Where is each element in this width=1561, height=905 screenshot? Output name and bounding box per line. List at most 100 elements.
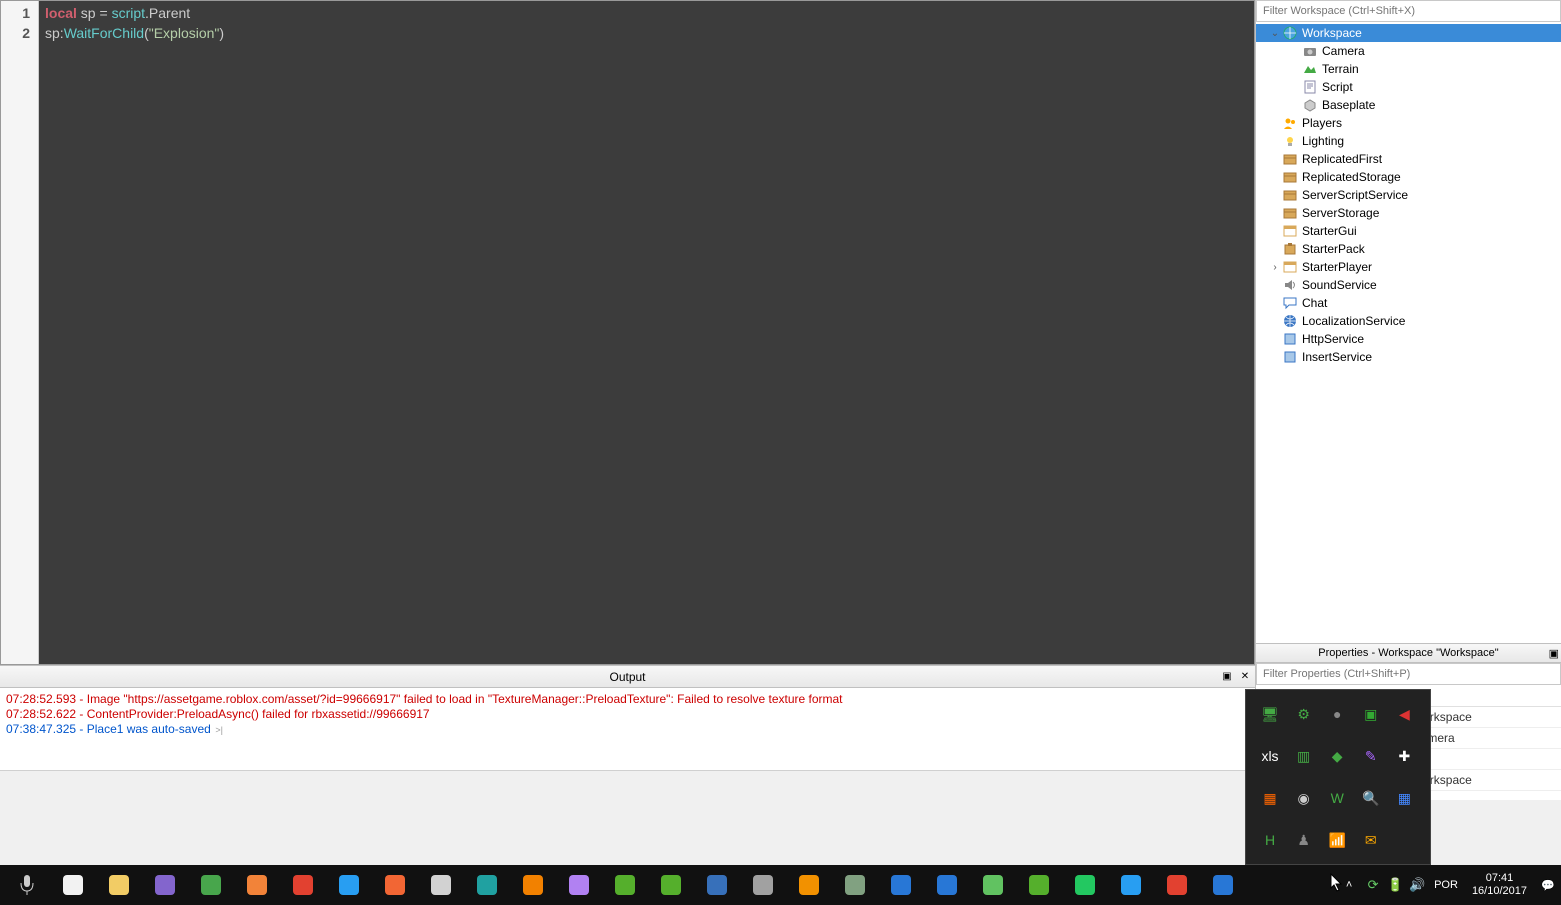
taskbar-chrome[interactable] bbox=[188, 865, 234, 905]
output-body[interactable]: 07:28:52.593 - Image "https://assetgame.… bbox=[0, 688, 1255, 770]
taskbar-sublime[interactable] bbox=[786, 865, 832, 905]
taskbar-circle[interactable] bbox=[878, 865, 924, 905]
explorer-item-insertservice[interactable]: InsertService bbox=[1256, 348, 1561, 366]
explorer-item-camera[interactable]: Camera bbox=[1256, 42, 1561, 60]
taskbar-postman[interactable] bbox=[372, 865, 418, 905]
taskbar-app1[interactable] bbox=[556, 865, 602, 905]
taskbar-bars[interactable] bbox=[1154, 865, 1200, 905]
taskbar-opera[interactable] bbox=[280, 865, 326, 905]
system-tray-popup[interactable]: 🖥 ⚙ ● ▣ ◀ xls ▥ ◆ ✎ ✚ ▦ ◉ W 🔍 ▦ H ♟ 📶 ✉ bbox=[1245, 689, 1431, 865]
explorer-tree[interactable]: ⌄WorkspaceCamera Terrain Script BaseplatePl… bbox=[1256, 22, 1561, 643]
taskbar[interactable]: ˄ ⟳ 🔋 🔊 POR 07:41 16/10/2017 💬 bbox=[0, 865, 1561, 905]
tree-item-label: LocalizationService bbox=[1302, 314, 1405, 328]
tree-item-label: Script bbox=[1322, 80, 1353, 94]
taskbar-atom[interactable] bbox=[648, 865, 694, 905]
explorer-item-localizationservice[interactable]: LocalizationService bbox=[1256, 312, 1561, 330]
tray-popup-item[interactable]: 🖥 bbox=[1258, 702, 1282, 726]
tray-popup-item[interactable]: ✚ bbox=[1392, 744, 1416, 768]
output-close-button[interactable]: ✕ bbox=[1237, 669, 1253, 685]
taskbar-monitor[interactable] bbox=[418, 865, 464, 905]
taskbar-heart[interactable] bbox=[970, 865, 1016, 905]
explorer-item-replicatedstorage[interactable]: ReplicatedStorage bbox=[1256, 168, 1561, 186]
tree-item-label: Chat bbox=[1302, 296, 1327, 310]
taskbar-roblox-studio[interactable] bbox=[1200, 865, 1246, 905]
tray-popup-item[interactable]: ✎ bbox=[1359, 744, 1383, 768]
tray-language[interactable]: POR bbox=[1428, 879, 1464, 891]
tray-popup-item[interactable]: H bbox=[1258, 828, 1282, 852]
tray-sync-icon[interactable]: ⟳ bbox=[1362, 877, 1384, 893]
tray-popup-item[interactable]: xls bbox=[1258, 744, 1282, 768]
explorer-item-starterplayer[interactable]: ›StarterPlayer bbox=[1256, 258, 1561, 276]
taskbar-mic-icon[interactable] bbox=[4, 865, 50, 905]
tray-popup-item[interactable]: W bbox=[1325, 786, 1349, 810]
taskbar-powershell[interactable] bbox=[694, 865, 740, 905]
tray-chevron-icon[interactable]: ˄ bbox=[1336, 879, 1362, 891]
tray-popup-item[interactable]: ♟ bbox=[1292, 828, 1316, 852]
explorer-item-terrain[interactable]: Terrain bbox=[1256, 60, 1561, 78]
explorer-item-baseplate[interactable]: Baseplate bbox=[1256, 96, 1561, 114]
gui-icon bbox=[1282, 259, 1298, 275]
tree-item-label: Lighting bbox=[1302, 134, 1344, 148]
explorer-item-soundservice[interactable]: SoundService bbox=[1256, 276, 1561, 294]
output-line[interactable]: 07:28:52.593 - Image "https://assetgame.… bbox=[6, 692, 1249, 707]
tray-popup-item[interactable]: ▣ bbox=[1359, 702, 1383, 726]
taskbar-browser2[interactable] bbox=[924, 865, 970, 905]
properties-filter[interactable] bbox=[1256, 663, 1561, 685]
explorer-item-players[interactable]: Players bbox=[1256, 114, 1561, 132]
output-line[interactable]: 07:38:47.325 - Place1 was auto-saved >| bbox=[6, 722, 1249, 738]
taskbar-blender[interactable] bbox=[510, 865, 556, 905]
explorer-item-startergui[interactable]: StarterGui bbox=[1256, 222, 1561, 240]
explorer-item-workspace[interactable]: ⌄Workspace bbox=[1256, 24, 1561, 42]
taskbar-shopify[interactable] bbox=[1016, 865, 1062, 905]
tray-popup-item[interactable]: ◉ bbox=[1292, 786, 1316, 810]
taskbar-photos[interactable] bbox=[142, 865, 188, 905]
tray-popup-item[interactable]: ◆ bbox=[1325, 744, 1349, 768]
tray-popup-item[interactable]: ◀ bbox=[1392, 702, 1416, 726]
code-editor[interactable]: local sp = script.Parentsp:WaitForChild(… bbox=[39, 1, 1254, 664]
taskbar-file-explorer[interactable] bbox=[96, 865, 142, 905]
taskbar-telegram[interactable] bbox=[1108, 865, 1154, 905]
explorer-item-replicatedfirst[interactable]: ReplicatedFirst bbox=[1256, 150, 1561, 168]
taskbar-pycharm[interactable] bbox=[832, 865, 878, 905]
explorer-item-serverstorage[interactable]: ServerStorage bbox=[1256, 204, 1561, 222]
properties-dock-button[interactable]: ▣ bbox=[1549, 648, 1559, 660]
taskbar-search[interactable] bbox=[50, 865, 96, 905]
tray-popup-item[interactable]: ▦ bbox=[1392, 786, 1416, 810]
explorer-item-lighting[interactable]: Lighting bbox=[1256, 132, 1561, 150]
tray-popup-item[interactable]: ▦ bbox=[1258, 786, 1282, 810]
globe2-icon bbox=[1282, 313, 1298, 329]
tree-item-label: Terrain bbox=[1322, 62, 1359, 76]
players-icon bbox=[1282, 115, 1298, 131]
taskbar-ie[interactable] bbox=[326, 865, 372, 905]
box-icon bbox=[1282, 151, 1298, 167]
tray-popup-item[interactable]: ⚙ bbox=[1292, 702, 1316, 726]
tray-action-center-icon[interactable]: 💬 bbox=[1535, 879, 1561, 892]
taskbar-terminal[interactable] bbox=[740, 865, 786, 905]
taskbar-photoshop[interactable] bbox=[464, 865, 510, 905]
code-line[interactable]: local sp = script.Parent bbox=[45, 3, 1248, 23]
tray-popup-item[interactable]: ▥ bbox=[1292, 744, 1316, 768]
output-dock-button[interactable]: ▣ bbox=[1219, 669, 1235, 685]
explorer-item-serverscriptservice[interactable]: ServerScriptService bbox=[1256, 186, 1561, 204]
tray-battery-icon[interactable]: 🔋 bbox=[1384, 877, 1406, 893]
explorer-item-script[interactable]: Script bbox=[1256, 78, 1561, 96]
tray-volume-icon[interactable]: 🔊 bbox=[1406, 877, 1428, 893]
explorer-item-starterpack[interactable]: StarterPack bbox=[1256, 240, 1561, 258]
taskbar-whatsapp[interactable] bbox=[1062, 865, 1108, 905]
status-bar bbox=[0, 770, 1255, 800]
tree-caret-icon[interactable]: › bbox=[1268, 262, 1282, 273]
tray-popup-item[interactable]: 📶 bbox=[1325, 828, 1349, 852]
properties-title: Properties - Workspace "Workspace" bbox=[1318, 647, 1498, 659]
explorer-filter[interactable] bbox=[1256, 0, 1561, 22]
tray-clock[interactable]: 07:41 16/10/2017 bbox=[1464, 872, 1535, 898]
taskbar-evernote[interactable] bbox=[602, 865, 648, 905]
tray-popup-item[interactable]: ● bbox=[1325, 702, 1349, 726]
output-line[interactable]: 07:28:52.622 - ContentProvider:PreloadAs… bbox=[6, 707, 1249, 722]
explorer-item-httpservice[interactable]: HttpService bbox=[1256, 330, 1561, 348]
tree-caret-icon[interactable]: ⌄ bbox=[1268, 28, 1282, 39]
code-line[interactable]: sp:WaitForChild("Explosion") bbox=[45, 23, 1248, 43]
taskbar-firefox[interactable] bbox=[234, 865, 280, 905]
tray-popup-item[interactable]: 🔍 bbox=[1359, 786, 1383, 810]
tray-popup-item[interactable]: ✉ bbox=[1359, 828, 1383, 852]
explorer-item-chat[interactable]: Chat bbox=[1256, 294, 1561, 312]
